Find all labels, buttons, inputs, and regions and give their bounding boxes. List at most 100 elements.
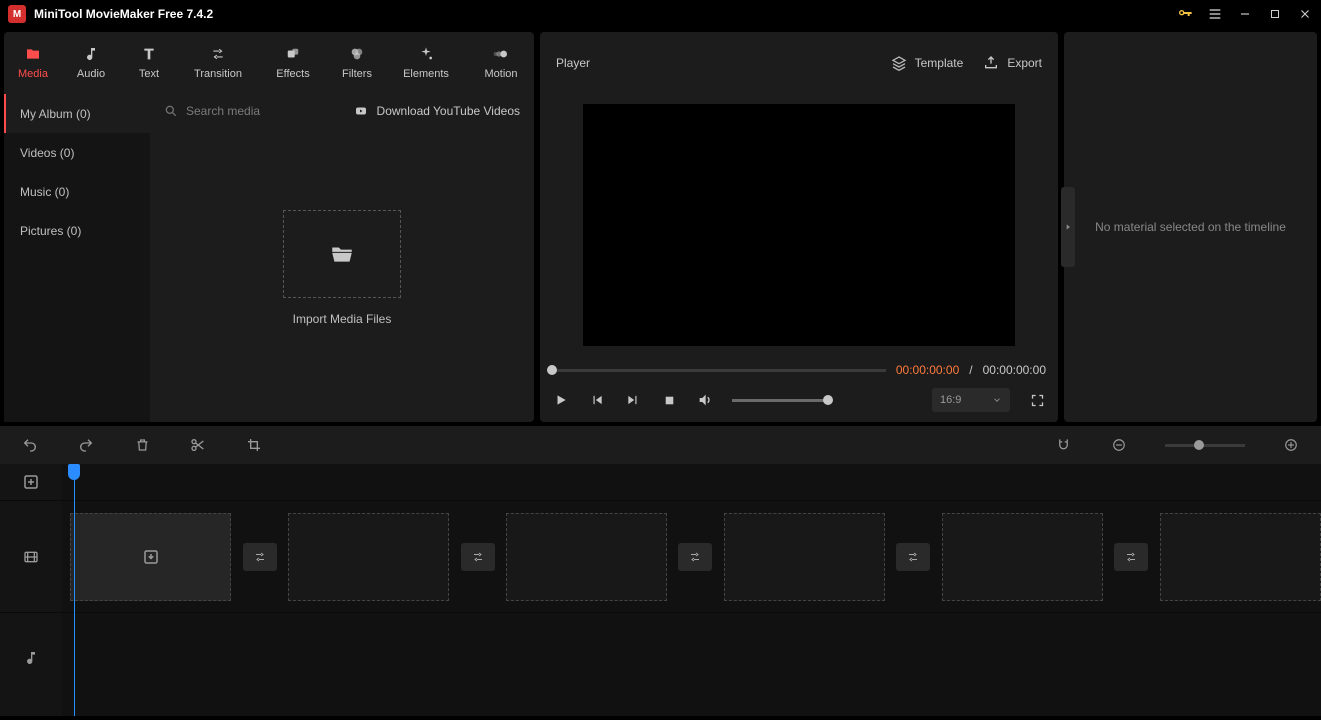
add-track-button[interactable]	[0, 464, 62, 500]
window-title: MiniTool MovieMaker Free 7.4.2	[34, 7, 1177, 21]
ruler-track[interactable]	[62, 464, 1321, 500]
tab-audio[interactable]: Audio	[62, 38, 120, 88]
time-total: 00:00:00:00	[983, 363, 1046, 377]
tab-transition[interactable]: Transition	[178, 38, 258, 88]
close-icon[interactable]	[1297, 6, 1313, 22]
transition-slot[interactable]	[896, 543, 930, 571]
tab-label: Filters	[342, 68, 372, 80]
titlebar: M MiniTool MovieMaker Free 7.4.2	[0, 0, 1321, 28]
sidebar-item-music[interactable]: Music (0)	[4, 172, 150, 211]
chevron-right-icon	[1064, 221, 1072, 233]
transition-slot[interactable]	[461, 543, 495, 571]
collapse-properties-button[interactable]	[1061, 187, 1075, 267]
tab-effects[interactable]: Effects	[258, 38, 328, 88]
timeline-gutter	[0, 464, 62, 716]
hamburger-icon[interactable]	[1207, 6, 1223, 22]
clip-slot[interactable]	[724, 513, 885, 601]
magnet-button[interactable]	[1053, 435, 1073, 455]
tab-label: Elements	[403, 68, 449, 80]
transition-icon	[208, 46, 228, 62]
volume-slider[interactable]	[732, 399, 828, 402]
volume-icon[interactable]	[696, 391, 714, 409]
main-tabs: Media Audio Text Transition Effects Filt…	[4, 32, 534, 94]
progress-slider[interactable]	[552, 369, 886, 372]
minimize-icon[interactable]	[1237, 6, 1253, 22]
delete-button[interactable]	[132, 435, 152, 455]
play-button[interactable]	[552, 391, 570, 409]
sidebar-item-pictures[interactable]: Pictures (0)	[4, 211, 150, 250]
crop-button[interactable]	[244, 435, 264, 455]
download-youtube-button[interactable]: Download YouTube Videos	[353, 104, 520, 118]
chevron-down-icon	[992, 395, 1002, 405]
download-icon	[142, 548, 160, 566]
tab-media[interactable]: Media	[4, 38, 62, 88]
sidebar-item-myalbum[interactable]: My Album (0)	[4, 94, 150, 133]
music-note-icon	[81, 46, 101, 62]
clip-slot[interactable]	[70, 513, 231, 601]
maximize-icon[interactable]	[1267, 6, 1283, 22]
prev-frame-button[interactable]	[588, 391, 606, 409]
tab-label: Motion	[484, 68, 517, 80]
template-label: Template	[915, 56, 964, 70]
key-icon[interactable]	[1177, 6, 1193, 22]
tab-filters[interactable]: Filters	[328, 38, 386, 88]
undo-button[interactable]	[20, 435, 40, 455]
transition-slot[interactable]	[1114, 543, 1148, 571]
transition-slot[interactable]	[678, 543, 712, 571]
audio-track[interactable]	[62, 612, 1321, 702]
media-sidebar: My Album (0) Videos (0) Music (0) Pictur…	[4, 94, 150, 422]
timeline	[0, 426, 1321, 716]
aspect-ratio-select[interactable]: 16:9	[932, 388, 1010, 412]
tab-label: Text	[139, 68, 159, 80]
zoom-in-button[interactable]	[1281, 435, 1301, 455]
timeline-toolbar	[0, 426, 1321, 464]
clip-slot[interactable]	[288, 513, 449, 601]
split-button[interactable]	[188, 435, 208, 455]
time-current: 00:00:00:00	[896, 363, 959, 377]
video-track-icon	[0, 500, 62, 612]
motion-icon	[491, 46, 511, 62]
time-separator: /	[969, 363, 972, 377]
template-button[interactable]: Template	[891, 55, 964, 71]
video-track[interactable]	[62, 500, 1321, 612]
effects-icon	[283, 46, 303, 62]
player-panel: Player Template Export 00:00:00:00 / 00:…	[540, 32, 1058, 422]
tab-label: Media	[18, 68, 48, 80]
app-logo: M	[8, 5, 26, 23]
clip-slot[interactable]	[506, 513, 667, 601]
sparkle-icon	[416, 46, 436, 62]
search-icon	[164, 104, 178, 118]
tab-label: Audio	[77, 68, 105, 80]
tab-motion[interactable]: Motion	[466, 38, 536, 88]
sidebar-item-videos[interactable]: Videos (0)	[4, 133, 150, 172]
import-media-button[interactable]	[283, 210, 401, 298]
text-icon	[139, 46, 159, 62]
folder-icon	[23, 46, 43, 62]
next-frame-button[interactable]	[624, 391, 642, 409]
properties-panel: No material selected on the timeline	[1064, 32, 1317, 422]
search-wrap	[164, 104, 343, 118]
player-title: Player	[556, 56, 871, 70]
zoom-out-button[interactable]	[1109, 435, 1129, 455]
aspect-label: 16:9	[940, 394, 961, 406]
clip-slot[interactable]	[1160, 513, 1321, 601]
export-button[interactable]: Export	[983, 55, 1042, 71]
redo-button[interactable]	[76, 435, 96, 455]
stop-button[interactable]	[660, 391, 678, 409]
zoom-slider[interactable]	[1165, 444, 1245, 447]
import-label: Import Media Files	[293, 312, 392, 326]
tab-text[interactable]: Text	[120, 38, 178, 88]
transition-slot[interactable]	[243, 543, 277, 571]
audio-track-icon	[0, 612, 62, 702]
tab-elements[interactable]: Elements	[386, 38, 466, 88]
media-panel: Media Audio Text Transition Effects Filt…	[4, 32, 534, 422]
fullscreen-button[interactable]	[1028, 391, 1046, 409]
filters-icon	[347, 46, 367, 62]
properties-empty-message: No material selected on the timeline	[1095, 220, 1286, 234]
tab-label: Effects	[276, 68, 309, 80]
clip-slot[interactable]	[942, 513, 1103, 601]
timeline-tracks[interactable]	[62, 464, 1321, 716]
download-youtube-label: Download YouTube Videos	[377, 104, 520, 118]
search-input[interactable]	[186, 104, 343, 118]
export-label: Export	[1007, 56, 1042, 70]
